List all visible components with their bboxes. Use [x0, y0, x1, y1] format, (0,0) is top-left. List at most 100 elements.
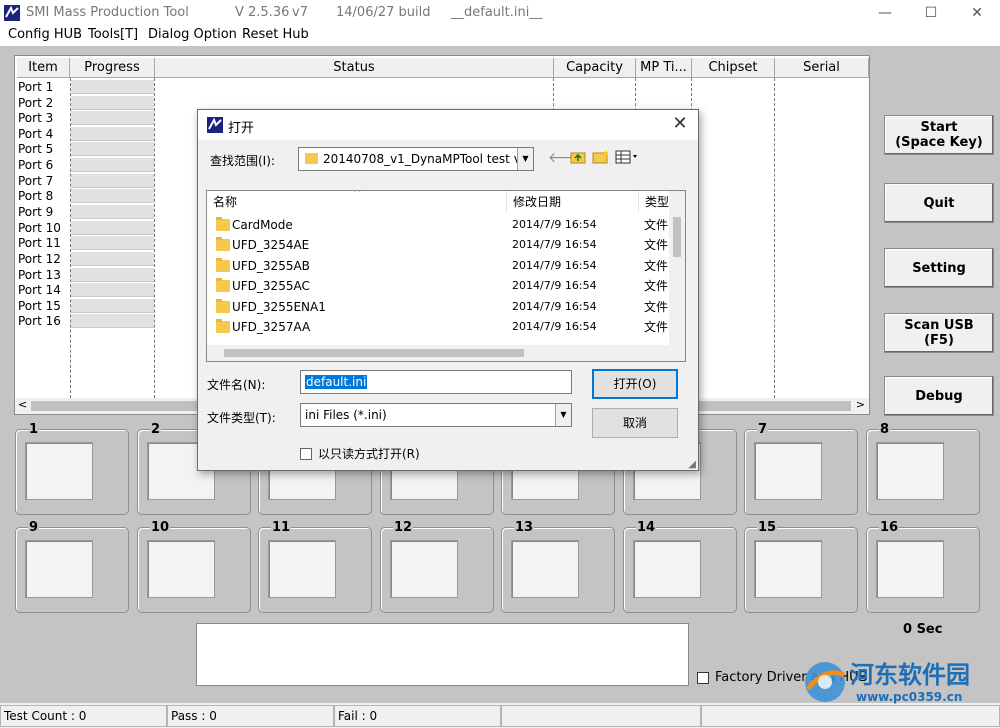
vscroll-thumb[interactable]: [673, 217, 681, 257]
file-type: 文件: [644, 218, 669, 232]
col-capacity[interactable]: Capacity: [554, 58, 636, 78]
port-label: Port 2: [18, 96, 54, 110]
menu-dialog-option[interactable]: Dialog Option: [148, 27, 237, 42]
port-label: Port 15: [18, 299, 61, 313]
progress-cell: [71, 80, 154, 94]
col-serial[interactable]: Serial: [775, 58, 869, 78]
slot-indicator[interactable]: [390, 540, 458, 598]
slot-indicator[interactable]: [25, 442, 93, 500]
lookin-dropdown[interactable]: 20140708_v1_DynaMPTool test v2 ▼: [298, 147, 534, 171]
progress-cell: [71, 299, 154, 313]
progress-cell: [71, 252, 154, 266]
file-row[interactable]: UFD_3257AA 2014/7/9 16:54 文件: [207, 317, 677, 337]
scroll-left-icon[interactable]: <: [18, 398, 27, 411]
slot-number: 14: [636, 520, 657, 535]
up-folder-icon[interactable]: [570, 150, 586, 164]
slot-indicator[interactable]: [147, 540, 215, 598]
folder-icon: [216, 237, 230, 251]
file-date: 2014/7/9 16:54: [512, 300, 597, 313]
dialog-app-icon: [207, 117, 223, 133]
resize-grip-icon[interactable]: ◢: [688, 459, 696, 470]
file-row[interactable]: UFD_3255ENA1 2014/7/9 16:54 文件: [207, 297, 677, 317]
file-name: UFD_3254AE: [232, 238, 310, 252]
setting-button[interactable]: Setting: [884, 248, 994, 288]
menu-reset-hub[interactable]: Reset Hub: [242, 27, 309, 42]
col-chipset[interactable]: Chipset: [692, 58, 775, 78]
slot-indicator[interactable]: [876, 442, 944, 500]
col-divider: [774, 78, 775, 403]
slot-indicator[interactable]: [511, 540, 579, 598]
cancel-button[interactable]: 取消: [592, 408, 678, 438]
title-build: 14/06/27 build: [336, 5, 431, 20]
progress-cell: [71, 158, 154, 172]
file-name: UFD_3255AB: [232, 259, 310, 273]
port-label: Port 12: [18, 252, 61, 266]
close-button[interactable]: ✕: [954, 0, 1000, 26]
port-label: Port 6: [18, 158, 54, 172]
file-row[interactable]: UFD_3254AE 2014/7/9 16:54 文件: [207, 235, 677, 255]
slot-number: 11: [271, 520, 292, 535]
file-row[interactable]: UFD_3255AB 2014/7/9 16:54 文件: [207, 256, 677, 276]
hscroll-thumb[interactable]: [224, 349, 524, 357]
slot-indicator[interactable]: [754, 540, 822, 598]
col-mp-time[interactable]: MP Ti...: [636, 58, 692, 78]
log-textbox[interactable]: [196, 623, 689, 686]
view-menu-icon[interactable]: [615, 150, 641, 164]
port-slot: 9: [15, 520, 129, 613]
port-slot: 1: [15, 422, 129, 515]
minimize-button[interactable]: —: [862, 0, 908, 26]
factory-driver-checkbox[interactable]: [697, 671, 709, 684]
port-label: Port 9: [18, 205, 54, 219]
file-type: 文件: [644, 279, 669, 293]
folder-icon: [216, 217, 230, 231]
slot-indicator[interactable]: [876, 540, 944, 598]
file-hscrollbar[interactable]: [207, 345, 685, 361]
slot-indicator[interactable]: [633, 540, 701, 598]
slot-number: 7: [757, 422, 769, 437]
file-name: UFD_3255AC: [232, 279, 310, 293]
maximize-button[interactable]: ☐: [908, 0, 954, 26]
readonly-checkbox[interactable]: [300, 447, 312, 460]
slot-number: 15: [757, 520, 778, 535]
open-file-dialog: 打开 ✕ 查找范围(I): 20140708_v1_DynaMPTool tes…: [197, 109, 699, 471]
slot-number: 16: [879, 520, 900, 535]
progress-cell: [71, 96, 154, 110]
progress-cell: [71, 127, 154, 141]
title-version: V 2.5.36: [235, 5, 290, 20]
chevron-down-icon[interactable]: ▼: [517, 148, 533, 170]
col-progress[interactable]: Progress: [70, 58, 155, 78]
readonly-option[interactable]: 以只读方式打开(R): [300, 445, 420, 462]
port-slot: 13: [501, 520, 615, 613]
col-status[interactable]: Status: [155, 58, 554, 78]
file-list[interactable]: 名称 ^ 修改日期 类型 CardMode 2014/7/9 16:54 文件 UF…: [206, 190, 686, 362]
file-row[interactable]: CardMode 2014/7/9 16:54 文件: [207, 215, 677, 235]
file-date: 2014/7/9 16:54: [512, 259, 597, 272]
slot-indicator[interactable]: [268, 540, 336, 598]
col-item[interactable]: Item: [17, 58, 70, 78]
debug-button[interactable]: Debug: [884, 376, 994, 416]
port-slot: 8: [866, 422, 980, 515]
col-date-header[interactable]: 修改日期: [507, 191, 639, 213]
open-button[interactable]: 打开(O): [592, 369, 678, 399]
col-type-header[interactable]: 类型: [639, 191, 671, 213]
slot-number: 1: [28, 422, 40, 437]
folder-icon: [305, 153, 318, 164]
file-type: 文件: [644, 320, 669, 334]
scroll-right-icon[interactable]: >: [856, 398, 865, 411]
filetype-dropdown[interactable]: ini Files (*.ini) ▼: [300, 403, 572, 427]
dialog-close-button[interactable]: ✕: [662, 110, 698, 140]
scan-usb-button[interactable]: Scan USB (F5): [884, 313, 994, 353]
vertical-scrollbar[interactable]: [669, 191, 685, 346]
slot-indicator[interactable]: [25, 540, 93, 598]
quit-button[interactable]: Quit: [884, 183, 994, 223]
port-slot: 15: [744, 520, 858, 613]
start-button[interactable]: Start (Space Key): [884, 115, 994, 155]
dialog-title-bar: 打开 ✕: [198, 110, 698, 140]
file-row[interactable]: UFD_3255AC 2014/7/9 16:54 文件: [207, 276, 677, 296]
new-folder-icon[interactable]: [592, 149, 610, 164]
menu-tools[interactable]: Tools[T]: [88, 27, 138, 42]
filename-input[interactable]: default.ini: [300, 370, 572, 394]
menu-config-hub[interactable]: Config HUB: [8, 27, 82, 42]
chevron-down-icon[interactable]: ▼: [555, 404, 571, 426]
slot-indicator[interactable]: [754, 442, 822, 500]
